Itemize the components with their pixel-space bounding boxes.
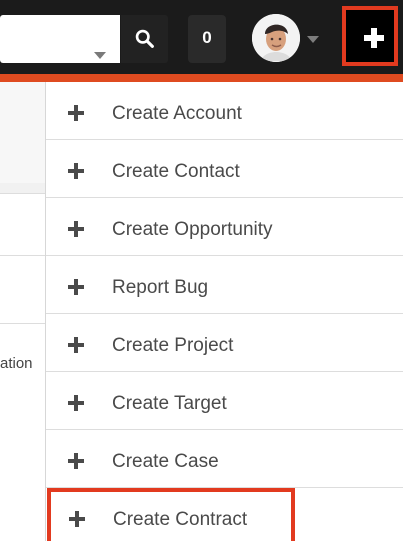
top-navigation-bar: 0 [0, 0, 403, 74]
menu-item-label: Create Project [112, 335, 234, 356]
menu-item-label: Create Contract [113, 509, 248, 530]
plus-icon [69, 511, 85, 527]
quick-create-dropdown-menu: Create Account Create Contact Create Opp… [45, 82, 403, 541]
background-divider [0, 255, 45, 256]
notification-count-badge: 0 [202, 28, 212, 47]
menu-item-label: Create Contact [112, 161, 240, 182]
menu-item-create-contact[interactable]: Create Contact [46, 140, 403, 198]
background-strip [0, 183, 45, 193]
menu-item-label: Create Account [112, 103, 242, 124]
menu-item-label: Create Case [112, 451, 219, 472]
menu-item-create-case[interactable]: Create Case [46, 430, 403, 488]
plus-icon [68, 105, 84, 121]
search-button[interactable] [121, 15, 168, 63]
menu-item-label: Create Opportunity [112, 219, 273, 240]
search-input[interactable] [0, 15, 120, 63]
menu-item-label: Report Bug [112, 277, 209, 298]
header-accent-line [0, 74, 403, 82]
menu-item-create-project[interactable]: Create Project [46, 314, 403, 372]
background-divider [0, 323, 45, 324]
background-page-content: ation [0, 82, 45, 541]
menu-item-create-account[interactable]: Create Account [46, 82, 403, 140]
plus-icon [68, 279, 84, 295]
plus-icon [364, 28, 384, 48]
plus-icon [68, 221, 84, 237]
app-root: 0 ation Create Account Create Contact Cr… [0, 0, 403, 541]
menu-item-label: Create Target [112, 393, 227, 414]
menu-item-create-opportunity[interactable]: Create Opportunity [46, 198, 403, 256]
search-scope-chevron-down-icon[interactable] [94, 52, 106, 59]
search-icon [135, 29, 154, 48]
background-panel [0, 82, 45, 183]
plus-icon [68, 453, 84, 469]
menu-item-create-contract[interactable]: Create Contract [47, 488, 295, 541]
quick-create-button[interactable] [342, 6, 398, 66]
plus-icon [68, 337, 84, 353]
background-divider [0, 193, 45, 194]
plus-icon [68, 163, 84, 179]
plus-icon [68, 395, 84, 411]
avatar[interactable] [252, 14, 300, 62]
menu-item-report-bug[interactable]: Report Bug [46, 256, 403, 314]
profile-menu-chevron-down-icon[interactable] [307, 36, 319, 43]
notifications-button[interactable]: 0 [188, 15, 226, 63]
user-avatar-icon [252, 14, 300, 62]
menu-item-create-target[interactable]: Create Target [46, 372, 403, 430]
background-partial-text: ation [0, 355, 33, 372]
